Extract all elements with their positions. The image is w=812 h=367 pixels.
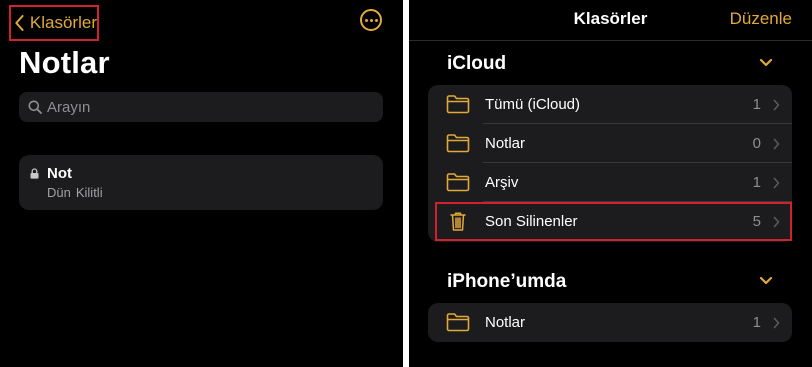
folder-icon [446, 173, 470, 192]
page-title: Notlar [19, 45, 110, 80]
folder-icon [446, 134, 470, 153]
folder-row-all-icloud[interactable]: Tümü (iCloud) 1 [428, 85, 792, 124]
folder-label: Son Silinenler [485, 213, 578, 230]
folder-label: Arşiv [485, 174, 519, 191]
folder-row-arsiv[interactable]: Arşiv 1 [428, 163, 792, 202]
folder-label: Notlar [485, 135, 526, 152]
note-subtitle: Dün Kilitli [47, 185, 108, 200]
trash-icon [450, 212, 466, 231]
chevron-down-icon[interactable] [759, 58, 773, 68]
folder-count: 5 [752, 213, 761, 230]
lock-icon [30, 168, 39, 179]
folder-count: 1 [752, 174, 761, 191]
folders-panel: Klasörler Düzenle iCloud Tümü (iCloud) 1… [409, 0, 812, 367]
note-title: Not [47, 165, 72, 182]
note-list-item[interactable]: Not Dün Kilitli [19, 155, 383, 210]
note-status: Kilitli [75, 185, 103, 200]
search-input[interactable] [47, 98, 367, 116]
folder-label: Tümü (iCloud) [485, 96, 581, 113]
chevron-right-icon [773, 138, 780, 150]
icloud-folder-list: Tümü (iCloud) 1 Notlar 0 Arşiv 1 Son Sil… [428, 85, 792, 242]
edit-button[interactable]: Düzenle [730, 9, 792, 29]
folder-count: 1 [752, 314, 761, 331]
nav-divider [409, 40, 812, 41]
search-icon [28, 100, 42, 114]
iphone-folder-list: Notlar 1 [428, 303, 792, 342]
chevron-left-icon [15, 14, 24, 32]
folder-count: 1 [752, 96, 761, 113]
folder-icon [446, 313, 470, 332]
search-bar[interactable] [19, 92, 383, 122]
folder-row-iphone-notlar[interactable]: Notlar 1 [428, 303, 792, 342]
chevron-down-icon[interactable] [759, 276, 773, 286]
chevron-right-icon [773, 99, 780, 111]
folder-label: Notlar [485, 314, 526, 331]
back-to-folders-button[interactable]: Klasörler [9, 5, 99, 41]
chevron-right-icon [773, 216, 780, 228]
folder-row-notlar[interactable]: Notlar 0 [428, 124, 792, 163]
folder-icon [446, 95, 470, 114]
more-options-icon[interactable] [360, 9, 382, 31]
chevron-right-icon [773, 317, 780, 329]
back-button-label: Klasörler [29, 13, 97, 32]
section-title-iphone: iPhone’umda [447, 271, 567, 292]
folder-row-recently-deleted[interactable]: Son Silinenler 5 [428, 202, 792, 241]
chevron-right-icon [773, 177, 780, 189]
notes-list-panel: Klasörler Notlar Not Dün Kilitli [0, 0, 403, 367]
folder-count: 0 [752, 135, 761, 152]
note-date: Dün [47, 185, 71, 200]
section-title-icloud: iCloud [447, 53, 507, 74]
